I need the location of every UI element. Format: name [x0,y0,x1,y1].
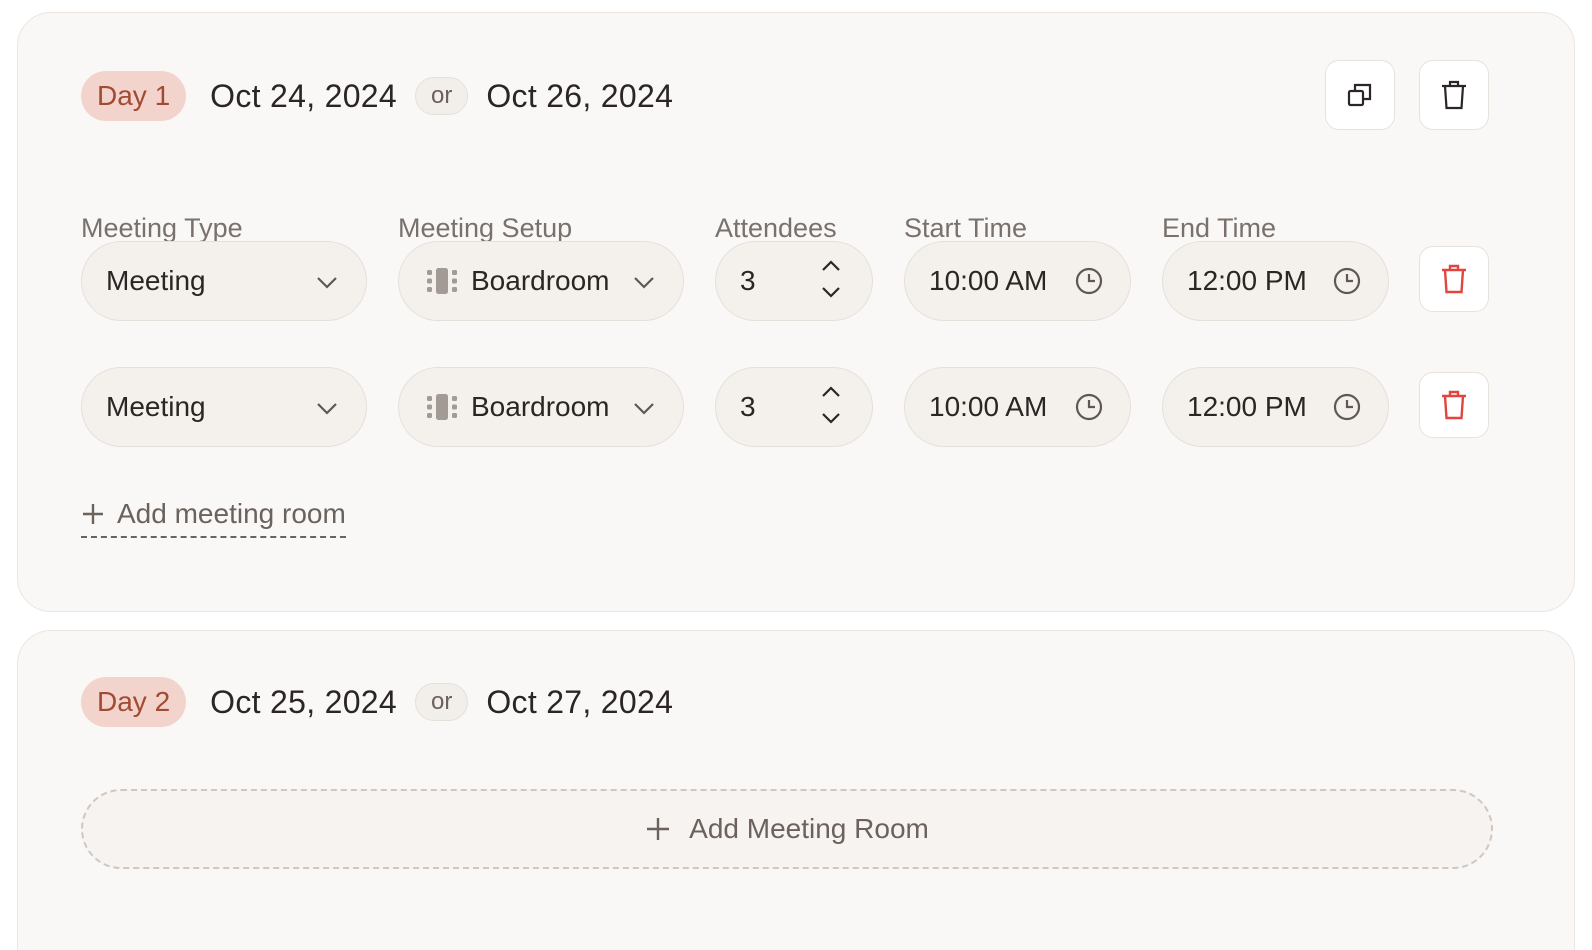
meeting-setup-label: Meeting Setup [398,213,573,243]
clock-icon [1075,393,1103,421]
attendees-stepper[interactable]: 3 [715,241,873,321]
chevron-down-icon [317,277,337,289]
start-time-input[interactable]: 10:00 AM [904,367,1131,447]
trash-icon [1442,390,1466,420]
trash-icon [1442,80,1466,110]
chevron-down-icon[interactable] [820,284,842,300]
boardroom-icon [425,392,459,422]
day-header: Day 1 Oct 24, 2024 or Oct 26, 2024 [81,71,673,121]
alternate-date: Oct 27, 2024 [486,683,674,720]
chevron-up-icon[interactable] [820,384,842,400]
end-time-label: End Time [1162,213,1277,243]
meeting-setup-value: Boardroom [471,391,610,422]
start-time-value: 10:00 AM [929,391,1048,422]
meeting-setup-select[interactable]: Boardroom [398,241,684,321]
chevron-down-icon [634,403,654,415]
chevron-up-icon[interactable] [820,258,842,274]
end-time-input[interactable]: 12:00 PM [1162,367,1389,447]
meeting-room-row: Meeting Boardroom 3 10:00 AM 12:00 PM [18,367,1574,447]
meeting-type-select[interactable]: Meeting [81,241,367,321]
day-card-2: Day 2 Oct 25, 2024 or Oct 27, 2024 Add M… [17,630,1575,950]
duplicate-day-button[interactable] [1325,60,1395,130]
trash-icon [1442,264,1466,294]
or-chip: or [415,77,469,115]
copy-icon [1347,83,1372,107]
day-header: Day 2 Oct 25, 2024 or Oct 27, 2024 [81,677,673,727]
start-time-label: Start Time [904,213,1028,243]
primary-date: Oct 25, 2024 [210,683,397,720]
start-time-input[interactable]: 10:00 AM [904,241,1131,321]
attendees-value: 3 [740,265,756,296]
start-time-value: 10:00 AM [929,265,1048,296]
add-meeting-room-button-label: Add Meeting Room [689,813,929,844]
clock-icon [1333,393,1361,421]
end-time-value: 12:00 PM [1187,265,1307,296]
attendees-value: 3 [740,391,756,422]
add-meeting-room-label: Add meeting room [117,498,346,529]
end-time-value: 12:00 PM [1187,391,1307,422]
meeting-type-select[interactable]: Meeting [81,367,367,447]
chevron-down-icon [634,277,654,289]
meeting-type-value: Meeting [106,265,206,296]
meeting-type-label: Meeting Type [81,213,243,243]
alternate-date: Oct 26, 2024 [486,77,674,114]
or-chip: or [415,683,469,721]
boardroom-icon [425,266,459,296]
day-card-1: Day 1 Oct 24, 2024 or Oct 26, 2024 Meeti… [17,12,1575,612]
day-badge: Day 1 [81,71,187,121]
chevron-down-icon[interactable] [820,410,842,426]
add-meeting-room-button[interactable]: Add Meeting Room [81,789,1493,869]
delete-day-button[interactable] [1419,60,1489,130]
clock-icon [1333,267,1361,295]
plus-icon [645,816,671,842]
end-time-input[interactable]: 12:00 PM [1162,241,1389,321]
clock-icon [1075,267,1103,295]
chevron-down-icon [317,403,337,415]
meeting-type-value: Meeting [106,391,206,422]
meeting-setup-value: Boardroom [471,265,610,296]
delete-room-button[interactable] [1419,372,1489,438]
attendees-label: Attendees [715,213,837,243]
delete-room-button[interactable] [1419,246,1489,312]
attendees-stepper[interactable]: 3 [715,367,873,447]
add-meeting-room-link[interactable]: Add meeting room [81,498,346,538]
day-badge: Day 2 [81,677,187,727]
plus-icon [81,502,105,526]
meeting-room-row: Meeting Boardroom 3 10:00 AM 12:00 PM [18,241,1574,321]
primary-date: Oct 24, 2024 [210,77,397,114]
meeting-setup-select[interactable]: Boardroom [398,367,684,447]
